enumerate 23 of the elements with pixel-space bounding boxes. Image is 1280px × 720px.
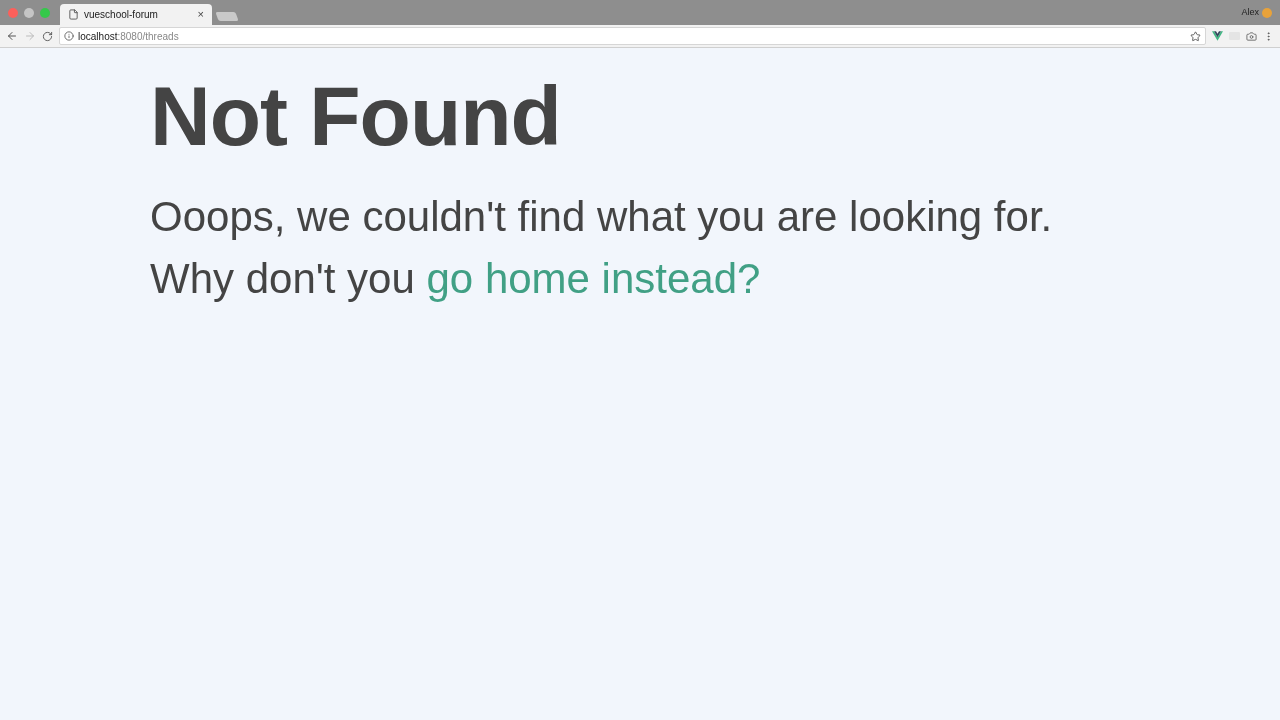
address-bar[interactable]: localhost:8080/threads [59, 27, 1206, 45]
user-name[interactable]: Alex [1241, 6, 1259, 20]
error-message: Ooops, we couldn't find what you are looking for. [150, 192, 1054, 243]
camera-icon[interactable] [1246, 30, 1257, 42]
prompt-text: Why don't you [150, 255, 416, 303]
new-tab-button[interactable] [215, 12, 239, 21]
close-window-icon[interactable] [8, 7, 18, 18]
tab-close-button[interactable]: × [197, 6, 204, 23]
bookmark-star-icon[interactable] [1190, 30, 1201, 42]
back-button[interactable] [6, 30, 18, 42]
page-icon [68, 9, 79, 20]
browser-tab[interactable]: vueschool-forum × [60, 4, 212, 25]
minimize-window-icon[interactable] [24, 7, 34, 18]
tab-title: vueschool-forum [84, 8, 159, 22]
maximize-window-icon[interactable] [40, 7, 50, 18]
info-icon [64, 31, 74, 41]
reload-button[interactable] [42, 30, 53, 42]
url-host: localhost [78, 30, 118, 42]
vue-extension-icon[interactable] [1212, 31, 1223, 41]
page-heading: Not Found [150, 70, 562, 163]
user-avatar-icon[interactable] [1262, 7, 1272, 18]
forward-button[interactable] [24, 30, 36, 42]
url-path: :8080/threads [117, 30, 179, 42]
